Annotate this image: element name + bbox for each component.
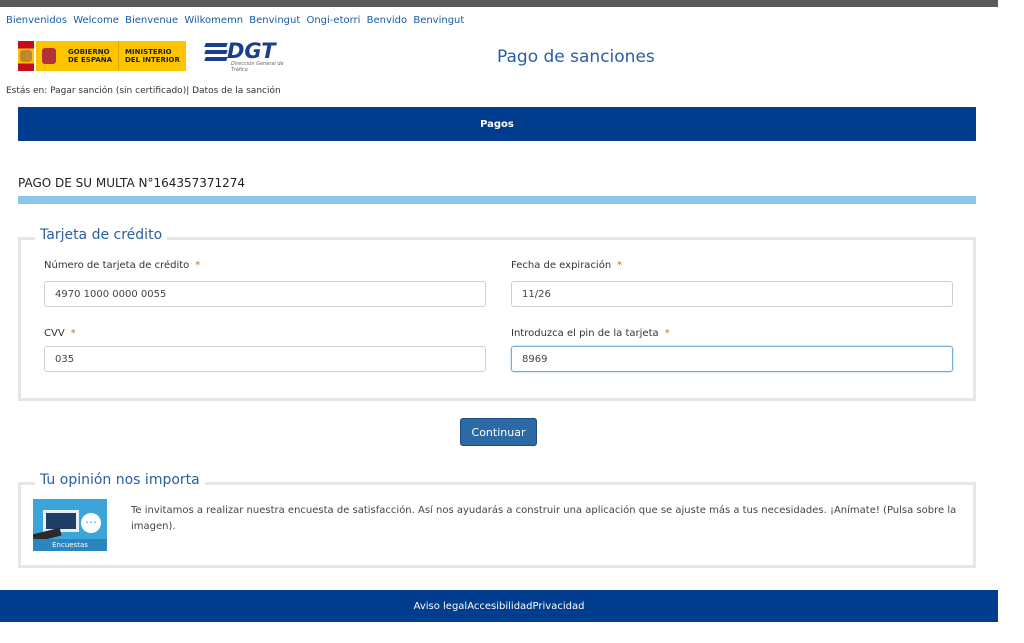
scrollbar-area xyxy=(998,0,1024,643)
required-mark: * xyxy=(195,260,201,271)
opinion-legend: Tu opinión nos importa xyxy=(35,472,205,488)
page-title: Pago de sanciones xyxy=(497,47,655,67)
lang-link-de[interactable]: Wilkomemn xyxy=(184,15,243,26)
pin-input[interactable]: 8969 xyxy=(511,346,953,372)
expiry-label: Fecha de expiración * xyxy=(511,260,623,271)
footer-link-privacy[interactable]: Privacidad xyxy=(533,601,585,612)
opinion-text: Te invitamos a realizar nuestra encuesta… xyxy=(131,505,957,532)
footer-link-accessibility[interactable]: Accesibilidad xyxy=(467,601,532,612)
pin-label: Introduzca el pin de la tarjeta * xyxy=(511,328,670,339)
monitor-icon xyxy=(43,510,79,532)
lang-link-va[interactable]: Benvingut xyxy=(413,15,464,26)
top-strip xyxy=(0,0,998,7)
required-mark: * xyxy=(70,328,76,339)
dgt-logo[interactable]: DGT Dirección General de Tráfico xyxy=(204,37,285,73)
coat-of-arms-icon xyxy=(36,41,62,71)
survey-image[interactable]: … Encuestas xyxy=(33,499,107,551)
spain-flag-icon xyxy=(18,41,34,71)
card-number-input[interactable]: 4970 1000 0000 0055 xyxy=(44,281,486,307)
lang-link-es[interactable]: Bienvenidos xyxy=(6,15,67,26)
card-number-label: Número de tarjeta de crédito * xyxy=(44,260,201,271)
required-mark: * xyxy=(664,328,670,339)
lang-link-fr[interactable]: Bienvenue xyxy=(125,15,178,26)
footer: Aviso legal Accesibilidad Privacidad xyxy=(0,590,998,622)
opinion-fieldset: Tu opinión nos importa … Encuestas Te in… xyxy=(18,472,976,568)
dgt-subtitle: Dirección General de Tráfico xyxy=(231,61,284,73)
fine-divider xyxy=(18,196,976,204)
lang-link-en[interactable]: Welcome xyxy=(73,15,119,26)
cvv-label: CVV * xyxy=(44,328,76,339)
footer-link-legal[interactable]: Aviso legal xyxy=(414,601,468,612)
credit-card-legend: Tarjeta de crédito xyxy=(35,227,168,243)
lang-link-eu[interactable]: Ongi-etorri xyxy=(306,15,360,26)
main-nav: Pagos xyxy=(18,107,976,141)
dgt-wordmark: DGT xyxy=(227,39,276,63)
fine-title: PAGO DE SU MULTA N°164357371274 xyxy=(18,176,246,190)
nav-item-pagos[interactable]: Pagos xyxy=(480,119,514,130)
breadcrumb: Estás en: Pagar sanción (sin certificado… xyxy=(6,86,281,96)
lang-link-ca[interactable]: Benvingut xyxy=(249,15,300,26)
continue-button[interactable]: Continuar xyxy=(460,418,537,446)
survey-caption: Encuestas xyxy=(33,539,107,551)
gobierno-text: GOBIERNO DE ESPAÑA xyxy=(62,41,119,71)
lang-link-gl[interactable]: Benvido xyxy=(367,15,408,26)
language-bar: Bienvenidos Welcome Bienvenue Wilkomemn … xyxy=(6,15,467,26)
gobierno-logo[interactable]: GOBIERNO DE ESPAÑA MINISTERIO DEL INTERI… xyxy=(18,40,200,72)
ministerio-text: MINISTERIO DEL INTERIOR xyxy=(118,41,186,71)
required-mark: * xyxy=(617,260,623,271)
dgt-bars-icon xyxy=(204,43,228,65)
cvv-input[interactable]: 035 xyxy=(44,346,486,372)
expiry-input[interactable]: 11/26 xyxy=(511,281,953,307)
chat-bubble-icon: … xyxy=(81,513,101,533)
credit-card-fieldset: Tarjeta de crédito Número de tarjeta de … xyxy=(18,227,976,401)
